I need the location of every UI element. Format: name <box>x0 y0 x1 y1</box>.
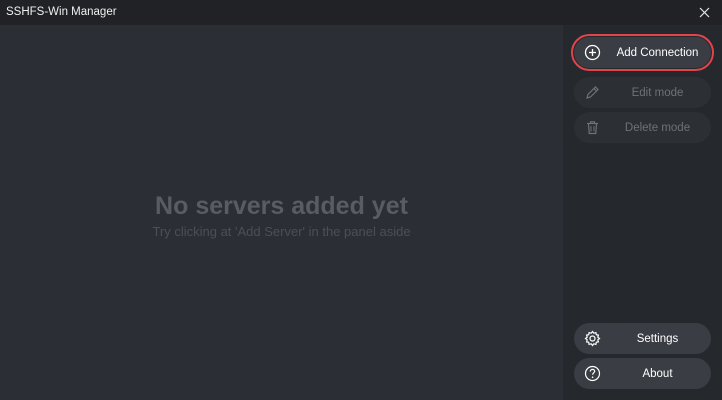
about-button[interactable]: About <box>574 358 711 389</box>
empty-state-subtitle: Try clicking at 'Add Server' in the pane… <box>152 224 411 239</box>
question-circle-icon <box>584 365 601 382</box>
window-title: SSHFS-Win Manager <box>6 6 117 18</box>
about-label: About <box>642 367 673 380</box>
delete-mode-label: Delete mode <box>624 121 691 134</box>
title-bar: SSHFS-Win Manager <box>0 0 722 25</box>
add-connection-label: Add Connection <box>616 46 699 59</box>
trash-icon <box>587 121 598 135</box>
close-icon <box>699 7 709 17</box>
edit-mode-label: Edit mode <box>631 86 684 99</box>
pencil-icon <box>586 86 599 99</box>
settings-button[interactable]: Settings <box>574 323 711 354</box>
sidebar: Add Connection Edit mode Delete mode Set… <box>563 25 722 400</box>
gear-icon <box>584 330 601 347</box>
delete-mode-button[interactable]: Delete mode <box>574 112 711 143</box>
settings-label: Settings <box>636 332 679 345</box>
empty-state-title: No servers added yet <box>155 192 408 220</box>
server-list-area: No servers added yet Try clicking at 'Ad… <box>0 25 563 400</box>
edit-mode-button[interactable]: Edit mode <box>574 77 711 108</box>
add-connection-button[interactable]: Add Connection <box>571 34 714 71</box>
plus-circle-icon <box>584 44 601 61</box>
close-button[interactable] <box>696 4 712 20</box>
